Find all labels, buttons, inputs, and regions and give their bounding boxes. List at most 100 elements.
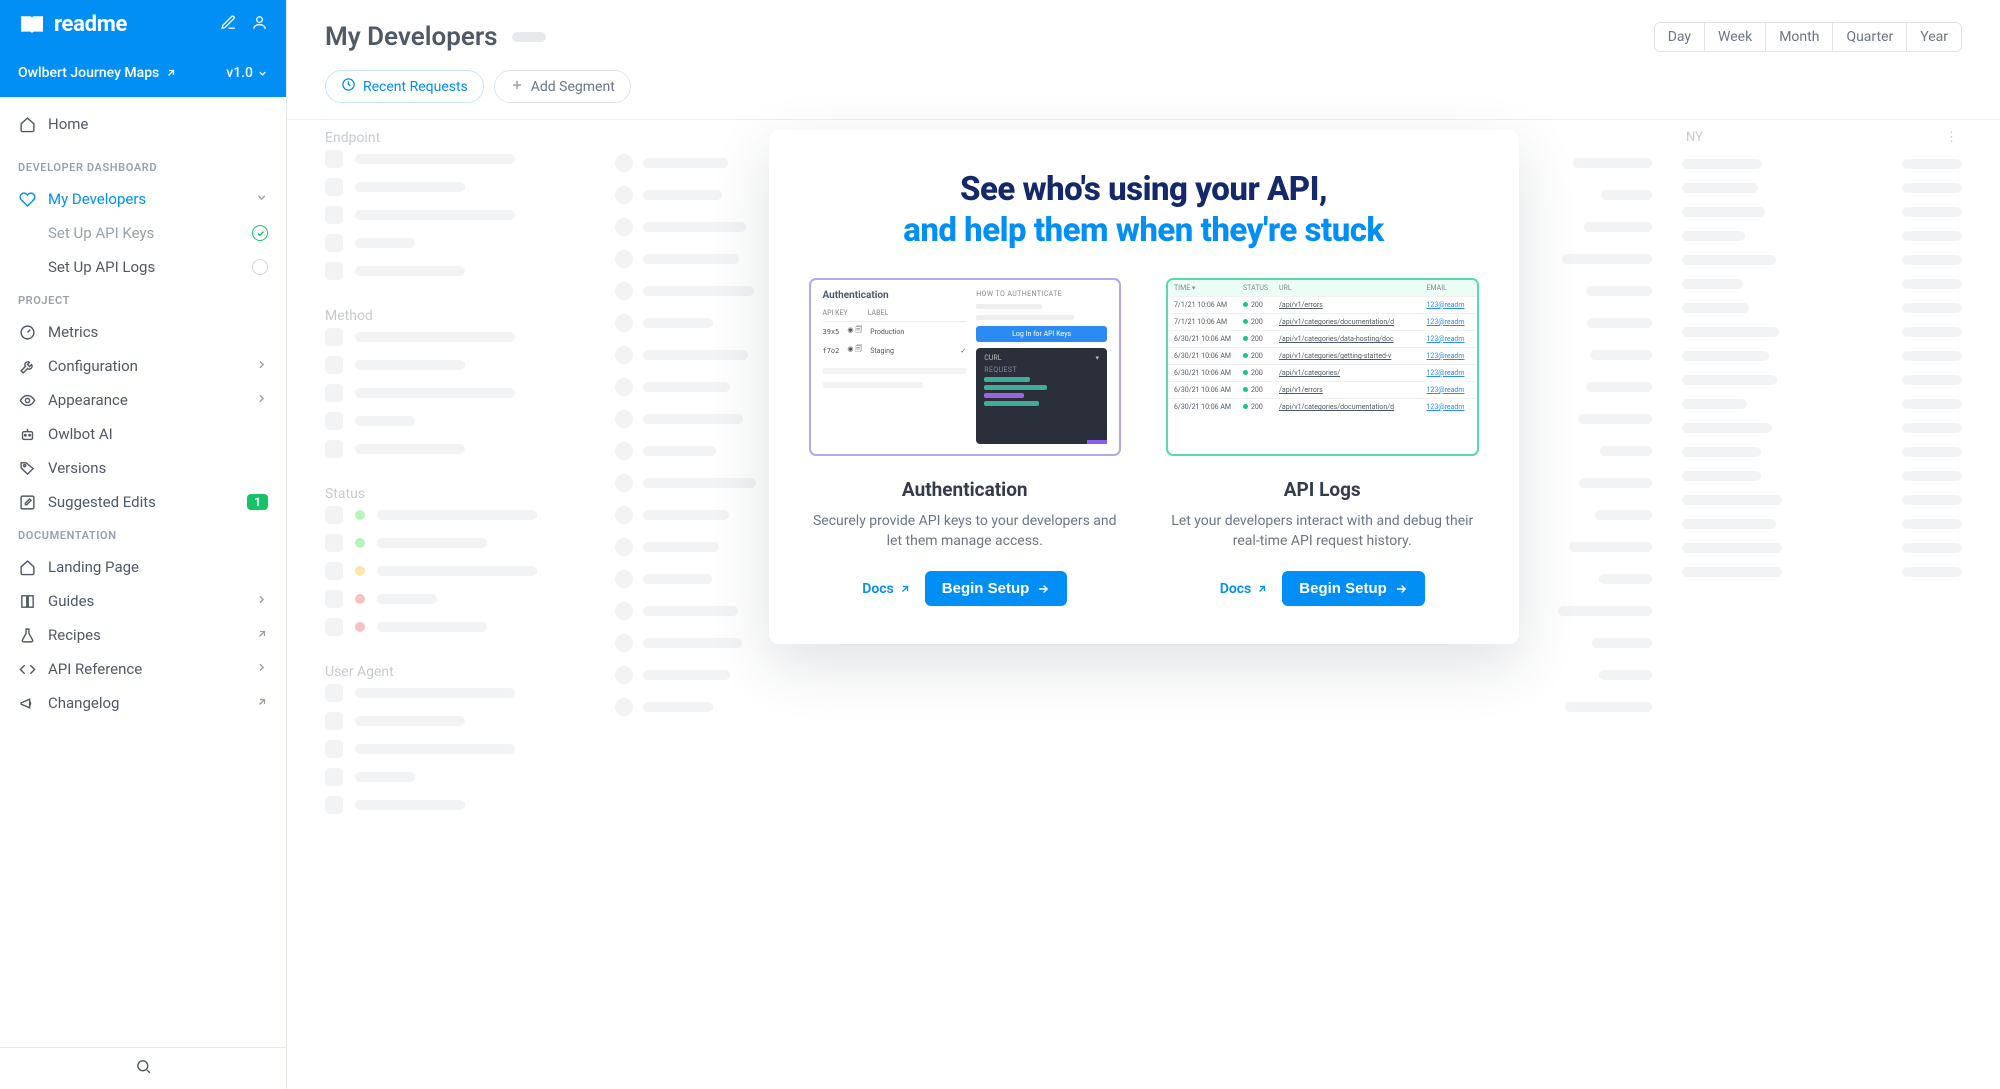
range-tab-week[interactable]: Week xyxy=(1705,23,1766,51)
placeholder-row xyxy=(615,698,1652,716)
nav-changelog[interactable]: Changelog xyxy=(0,686,286,720)
modal-card-logs: TIME ▾ STATUS URL EMAIL 7/1/21 10:06 AM2… xyxy=(1166,278,1479,606)
more-icon[interactable]: ⋮ xyxy=(1945,130,1958,145)
sub-item-label: Set Up API Logs xyxy=(48,258,155,276)
sidebar-header: readme Owlbert Journey Maps v1.0 xyxy=(0,0,286,97)
nav-suggested-edits[interactable]: Suggested Edits1 xyxy=(0,485,286,519)
placeholder-row xyxy=(1682,207,1962,217)
chevron-down-icon xyxy=(257,68,268,79)
external-link-icon xyxy=(256,694,268,712)
preview-login-button: Log In for API Keys xyxy=(976,326,1107,342)
nav-item-label: Guides xyxy=(48,592,94,610)
nav-versions[interactable]: Versions xyxy=(0,451,286,485)
page-title: My Developers xyxy=(325,22,498,52)
nav-my-developers[interactable]: My Developers xyxy=(0,182,286,216)
placeholder-row xyxy=(1682,543,1962,553)
nav-item-label: Owlbot AI xyxy=(48,425,113,443)
auth-card-title: Authentication xyxy=(902,478,1028,501)
modal-headline-2: and help them when they're stuck xyxy=(809,211,1479,250)
filter-label: Add Segment xyxy=(531,79,615,95)
placeholder-row xyxy=(1682,375,1962,385)
logs-preview-row: 7/1/21 10:06 AM200/api/v1/errors123@read… xyxy=(1168,296,1477,313)
nav-item-label: Recipes xyxy=(48,626,101,644)
auth-docs-link[interactable]: Docs xyxy=(862,581,911,597)
placeholder-row xyxy=(325,618,585,636)
placeholder-row xyxy=(325,206,585,224)
flask-icon xyxy=(18,627,36,644)
home-icon xyxy=(18,116,36,133)
filter-recent-requests[interactable]: Recent Requests xyxy=(325,70,484,103)
book-icon xyxy=(18,14,46,36)
placeholder-row xyxy=(325,412,585,430)
plus-icon xyxy=(510,78,524,96)
project-name[interactable]: Owlbert Journey Maps xyxy=(18,65,177,81)
range-tabs: DayWeekMonthQuarterYear xyxy=(1654,22,1962,52)
placeholder-row xyxy=(325,356,585,374)
robot-icon xyxy=(18,426,36,443)
external-link-icon xyxy=(165,67,177,79)
megaphone-icon xyxy=(18,695,36,712)
placeholder-row xyxy=(1682,255,1962,265)
nav-item-label: Home xyxy=(48,115,88,133)
section-project: Project xyxy=(0,284,286,315)
preview-title: Authentication xyxy=(823,290,967,301)
nav-guides[interactable]: Guides xyxy=(0,584,286,618)
logs-preview-row: 6/30/21 10:06 AM200/api/v1/categories/ge… xyxy=(1168,347,1477,364)
placeholder-row xyxy=(325,262,585,280)
modal-headline-1: See who's using your API, xyxy=(809,170,1479,209)
edit-icon[interactable] xyxy=(220,14,237,35)
filter-label: Recent Requests xyxy=(363,79,468,95)
logs-preview-row: 6/30/21 10:06 AM200/api/v1/categories/12… xyxy=(1168,364,1477,381)
nav-recipes[interactable]: Recipes xyxy=(0,618,286,652)
nav-owlbot-ai[interactable]: Owlbot AI xyxy=(0,417,286,451)
placeholder-row xyxy=(1682,159,1962,169)
auth-card-desc: Securely provide API keys to your develo… xyxy=(809,511,1122,553)
range-tab-month[interactable]: Month xyxy=(1766,23,1833,51)
nav-item-label: Metrics xyxy=(48,323,98,341)
chevron-right-icon xyxy=(255,391,268,409)
range-tab-year[interactable]: Year xyxy=(1907,23,1961,51)
wrench-icon xyxy=(18,358,36,375)
logs-begin-setup-button[interactable]: Begin Setup xyxy=(1282,571,1425,606)
external-link-icon xyxy=(1256,583,1268,595)
title-placeholder xyxy=(512,32,546,42)
range-tab-quarter[interactable]: Quarter xyxy=(1833,23,1907,51)
nav-landing-page[interactable]: Landing Page xyxy=(0,550,286,584)
placeholder-row xyxy=(1682,471,1962,481)
nav-metrics[interactable]: Metrics xyxy=(0,315,286,349)
tag-icon xyxy=(18,460,36,477)
nav-appearance[interactable]: Appearance xyxy=(0,383,286,417)
nav-home[interactable]: Home xyxy=(0,107,286,141)
external-link-icon xyxy=(899,583,911,595)
version-selector[interactable]: v1.0 xyxy=(226,65,268,81)
brand-logo[interactable]: readme xyxy=(18,12,127,37)
placeholder-row xyxy=(325,562,585,580)
check-done-icon xyxy=(252,225,268,241)
heart-icon xyxy=(18,191,36,208)
search-icon[interactable] xyxy=(135,1058,152,1079)
nav-api-reference[interactable]: API Reference xyxy=(0,652,286,686)
nav-item-label: Versions xyxy=(48,459,106,477)
onboarding-modal: See who's using your API, and help them … xyxy=(769,130,1519,644)
sub-setup-api-keys[interactable]: Set Up API Keys xyxy=(0,216,286,250)
placeholder-row xyxy=(1682,447,1962,457)
placeholder-row xyxy=(325,684,585,702)
chevron-right-icon xyxy=(255,592,268,610)
placeholder-row xyxy=(325,590,585,608)
auth-begin-setup-button[interactable]: Begin Setup xyxy=(925,571,1068,606)
main-content: My Developers DayWeekMonthQuarterYear Re… xyxy=(287,0,2000,1089)
external-link-icon xyxy=(256,626,268,644)
filter-add-segment[interactable]: Add Segment xyxy=(494,70,631,103)
logs-preview-row: 7/1/21 10:06 AM200/api/v1/categories/doc… xyxy=(1168,313,1477,330)
section-documentation: Documentation xyxy=(0,519,286,550)
nav-item-label: Suggested Edits xyxy=(48,493,156,511)
sub-setup-api-logs[interactable]: Set Up API Logs xyxy=(0,250,286,284)
user-icon[interactable] xyxy=(251,14,268,35)
range-tab-day[interactable]: Day xyxy=(1655,23,1705,51)
placeholder-row xyxy=(1682,231,1962,241)
arrow-right-icon xyxy=(1036,582,1050,596)
placeholder-row xyxy=(325,740,585,758)
logs-preview-row: 6/30/21 10:06 AM200/api/v1/categories/do… xyxy=(1168,398,1477,415)
logs-docs-link[interactable]: Docs xyxy=(1220,581,1269,597)
nav-configuration[interactable]: Configuration xyxy=(0,349,286,383)
